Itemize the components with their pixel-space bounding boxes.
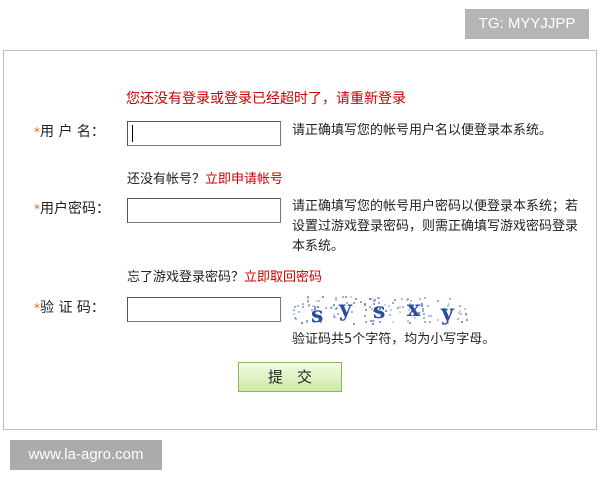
- captcha-noise-dot: [394, 299, 396, 301]
- captcha-noise-dot: [293, 313, 295, 315]
- captcha-label-group: *验 证 码：: [34, 297, 105, 317]
- captcha-noise-dot: [322, 296, 324, 298]
- captcha-noise-dot: [437, 319, 439, 321]
- captcha-input[interactable]: [127, 297, 281, 322]
- forgot-password-prefix: 忘了游戏登录密码？: [127, 270, 245, 285]
- captcha-noise-dot: [392, 321, 394, 323]
- captcha-noise-dot: [307, 297, 309, 299]
- captcha-noise-dot: [399, 311, 401, 313]
- captcha-noise-dot: [409, 322, 411, 324]
- captcha-label: 验 证 码：: [40, 300, 105, 316]
- captcha-noise-dot: [437, 300, 439, 302]
- captcha-noise-dot: [464, 308, 466, 310]
- no-account-line: 还没有帐号？立即申请帐号: [127, 168, 283, 187]
- captcha-noise-dot: [421, 305, 423, 307]
- captcha-noise-dot: [392, 302, 394, 304]
- captcha-noise-dot: [423, 317, 425, 319]
- captcha-noise-dot: [335, 299, 337, 301]
- captcha-noise-dot: [369, 298, 371, 300]
- captcha-noise-dot: [293, 309, 295, 311]
- captcha-noise-dot: [364, 315, 366, 317]
- captcha-noise-dot: [360, 301, 362, 303]
- captcha-noise-dot: [390, 309, 392, 311]
- captcha-noise-dot: [388, 305, 390, 307]
- forgot-password-line: 忘了游戏登录密码？立即取回密码: [127, 266, 322, 285]
- captcha-noise-dot: [459, 305, 461, 307]
- captcha-noise-dot: [466, 319, 468, 321]
- captcha-noise-dot: [331, 306, 333, 308]
- text-caret: [132, 125, 133, 142]
- username-input[interactable]: [127, 121, 281, 146]
- captcha-noise-dot: [430, 315, 432, 317]
- captcha-noise-dot: [365, 309, 367, 311]
- captcha-noise-dot: [429, 321, 431, 323]
- captcha-noise-dot: [401, 298, 403, 300]
- captcha-glyph: x: [407, 296, 421, 322]
- captcha-noise-dot: [460, 313, 462, 315]
- captcha-noise-dot: [399, 306, 401, 308]
- captcha-image[interactable]: sysxy: [293, 296, 469, 326]
- password-label-group: *用户密码：: [34, 198, 110, 218]
- captcha-noise-dot: [302, 306, 304, 308]
- captcha-noise-dot: [353, 323, 355, 325]
- username-hint: 请正确填写您的帐号用户名以便登录本系统。: [292, 123, 553, 138]
- watermark-top: TG: MYYJJPP: [465, 9, 589, 39]
- captcha-glyph: y: [441, 300, 454, 326]
- captcha-noise-dot: [301, 322, 303, 324]
- captcha-noise-dot: [364, 304, 366, 306]
- captcha-glyph: y: [339, 296, 352, 322]
- captcha-noise-dot: [423, 313, 425, 315]
- captcha-noise-dot: [353, 302, 355, 304]
- username-label-group: *用 户 名：: [34, 121, 105, 141]
- captcha-noise-dot: [402, 306, 404, 308]
- captcha-noise-dot: [458, 312, 460, 314]
- password-hint: 请正确填写您的帐号用户密码以便登录本系统；若设置过游戏登录密码，则需正确填写游戏…: [292, 199, 579, 254]
- captcha-noise-dot: [308, 305, 310, 307]
- password-label: 用户密码：: [40, 201, 110, 217]
- captcha-noise-dot: [365, 321, 367, 323]
- captcha-noise-dot: [297, 305, 299, 307]
- captcha-noise-dot: [389, 314, 391, 316]
- captcha-noise-dot: [370, 320, 372, 322]
- captcha-noise-dot: [295, 318, 297, 320]
- submit-button[interactable]: 提交: [238, 362, 342, 392]
- captcha-noise-dot: [424, 321, 426, 323]
- username-label: 用 户 名：: [40, 124, 105, 140]
- captcha-noise-dot: [306, 321, 308, 323]
- captcha-glyph: s: [373, 298, 386, 324]
- captcha-noise-dot: [325, 307, 327, 309]
- register-account-link[interactable]: 立即申请帐号: [205, 172, 283, 187]
- captcha-noise-dot: [294, 306, 296, 308]
- captcha-noise-dot: [302, 303, 304, 305]
- captcha-noise-dot: [428, 315, 430, 317]
- watermark-bottom: www.la-agro.com: [10, 440, 162, 470]
- captcha-noise-dot: [422, 310, 424, 312]
- captcha-hint: 验证码共5个字符，均为小写字母。: [292, 332, 496, 347]
- no-account-prefix: 还没有帐号？: [127, 172, 206, 187]
- captcha-noise-dot: [307, 301, 309, 303]
- captcha-noise-dot: [465, 314, 467, 316]
- captcha-noise-dot: [333, 304, 335, 306]
- captcha-noise-dot: [355, 298, 357, 300]
- captcha-noise-dot: [424, 297, 426, 299]
- recover-password-link[interactable]: 立即取回密码: [244, 270, 322, 285]
- captcha-glyph: s: [311, 302, 324, 326]
- captcha-noise-dot: [427, 305, 429, 307]
- session-timeout-notice: 您还没有登录或登录已经超时了，请重新登录: [126, 91, 406, 107]
- captcha-noise-dot: [336, 307, 338, 309]
- password-input[interactable]: [127, 198, 281, 223]
- captcha-noise-dot: [461, 321, 463, 323]
- captcha-noise-dot: [298, 311, 300, 313]
- captcha-noise-dot: [333, 316, 335, 318]
- captcha-noise-dot: [369, 306, 371, 308]
- captcha-noise-dot: [457, 318, 459, 320]
